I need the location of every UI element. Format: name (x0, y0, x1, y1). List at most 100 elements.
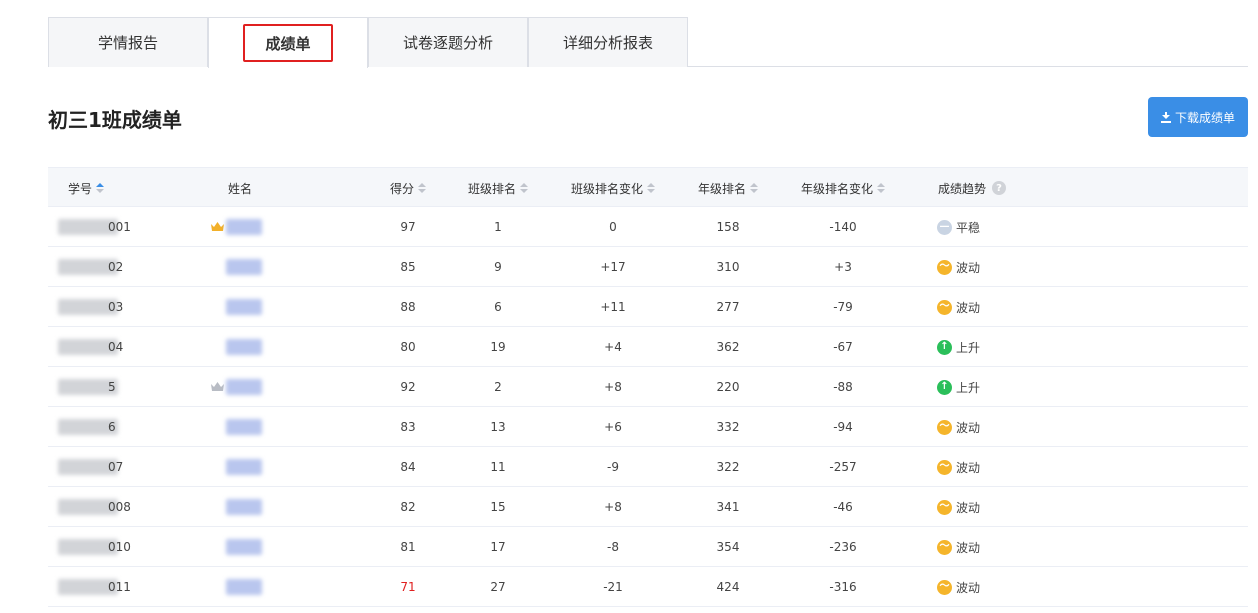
sort-caret-icon[interactable] (418, 183, 426, 193)
class-rank-cell: 2 (494, 380, 502, 394)
class-rank-change-cell: -21 (603, 580, 623, 594)
table-row[interactable]: 07 84 11 -9 322 -257 〜 波动 (48, 447, 1248, 487)
table-row[interactable]: 04 80 19 +4 362 -67 ↑ 上升 (48, 327, 1248, 367)
wave-icon: 〜 (937, 299, 952, 315)
student-id-cell: 07 (48, 447, 208, 487)
crown-icon (211, 222, 224, 231)
score-cell: 71 (400, 580, 416, 594)
score-table: 学号 姓名 得分 班级排名 班级排名变化 年级排名 年级排名变化 成绩趋势 ? (48, 167, 1248, 607)
table-row[interactable]: 5 92 2 +8 220 -88 ↑ 上升 (48, 367, 1248, 407)
grade-rank-cell: 158 (716, 220, 740, 234)
student-id-suffix: 008 (108, 500, 131, 514)
trend-label: 波动 (956, 580, 981, 595)
download-button-label: 下载成绩单 (1174, 110, 1235, 125)
student-name-cell (208, 567, 368, 607)
help-circle-icon[interactable]: ? (992, 181, 1007, 195)
student-id-suffix: 011 (108, 580, 131, 594)
score-cell: 84 (400, 460, 416, 474)
header-label: 班级排名变化 (570, 181, 643, 196)
class-rank-change-cell: 0 (609, 220, 617, 234)
score-cell: 83 (400, 420, 416, 434)
student-id-suffix: 6 (108, 420, 116, 434)
header-label: 姓名 (228, 181, 253, 196)
student-name-cell (208, 287, 368, 327)
grade-rank-cell: 354 (716, 540, 740, 554)
class-rank-cell: 15 (490, 500, 506, 514)
table-row[interactable]: 03 88 6 +11 277 -79 〜 波动 (48, 287, 1248, 327)
column-header-class-rank[interactable]: 班级排名 (448, 168, 548, 208)
column-header-grade-rank-change[interactable]: 年级排名变化 (778, 168, 908, 208)
grade-rank-change-cell: -79 (833, 300, 853, 314)
class-rank-cell: 1 (494, 220, 502, 234)
student-id-cell: 5 (48, 367, 208, 407)
tab-label: 成绩单 (243, 24, 333, 62)
student-id-suffix: 010 (108, 540, 131, 554)
student-name-cell (208, 367, 368, 407)
student-name-cell (208, 447, 368, 487)
table-row[interactable]: 02 85 9 +17 310 +3 〜 波动 (48, 247, 1248, 287)
student-name-cell (208, 207, 368, 247)
grade-rank-change-cell: -316 (829, 580, 857, 594)
tab-detail-report[interactable]: 详细分析报表 (528, 17, 688, 67)
sort-caret-icon[interactable] (647, 183, 655, 193)
header-label: 得分 (389, 181, 414, 196)
table-row[interactable]: 011 71 27 -21 424 -316 〜 波动 (48, 567, 1248, 607)
header-label: 学号 (68, 181, 93, 196)
column-header-name: 姓名 (228, 168, 252, 208)
redacted-name (226, 539, 262, 555)
table-row[interactable]: 008 82 15 +8 341 -46 〜 波动 (48, 487, 1248, 527)
arrow-up-icon: ↑ (937, 379, 952, 395)
grade-rank-cell: 322 (716, 460, 740, 474)
sort-caret-icon[interactable] (750, 183, 758, 193)
column-header-class-rank-change[interactable]: 班级排名变化 (548, 168, 678, 208)
student-id-suffix: 02 (108, 260, 124, 274)
column-header-grade-rank[interactable]: 年级排名 (678, 168, 778, 208)
student-id-suffix: 5 (108, 380, 116, 394)
redacted-name (226, 219, 262, 235)
trend-label: 上升 (956, 340, 981, 355)
student-id-cell: 02 (48, 247, 208, 287)
score-cell: 82 (400, 500, 416, 514)
grade-rank-change-cell: -46 (833, 500, 853, 514)
score-cell: 97 (400, 220, 416, 234)
grade-rank-change-cell: -236 (829, 540, 857, 554)
table-row[interactable]: 6 83 13 +6 332 -94 〜 波动 (48, 407, 1248, 447)
grade-rank-change-cell: -257 (829, 460, 857, 474)
column-header-score[interactable]: 得分 (368, 168, 448, 208)
table-header: 学号 姓名 得分 班级排名 班级排名变化 年级排名 年级排名变化 成绩趋势 ? (48, 167, 1248, 207)
grade-rank-change-cell: -94 (833, 420, 853, 434)
score-cell: 88 (400, 300, 416, 314)
wave-icon: 〜 (937, 419, 952, 435)
grade-rank-change-cell: -88 (833, 380, 853, 394)
tab-question-analysis[interactable]: 试卷逐题分析 (368, 17, 528, 67)
class-rank-change-cell: -9 (607, 460, 619, 474)
class-rank-cell: 19 (490, 340, 506, 354)
trend-cell: 〜 波动 (937, 527, 980, 567)
table-row[interactable]: 010 81 17 -8 354 -236 〜 波动 (48, 527, 1248, 567)
trend-cell: — 平稳 (937, 207, 980, 247)
tab-score-sheet[interactable]: 成绩单 (208, 17, 368, 68)
sort-caret-icon[interactable] (877, 183, 885, 193)
class-rank-change-cell: +8 (604, 380, 622, 394)
tab-label: 试卷逐题分析 (402, 34, 493, 52)
redacted-name (226, 379, 262, 395)
student-id-cell: 04 (48, 327, 208, 367)
student-id-cell: 010 (48, 527, 208, 567)
sort-caret-icon[interactable] (96, 183, 105, 193)
student-name-cell (208, 407, 368, 447)
tab-bar: 学情报告 成绩单 试卷逐题分析 详细分析报表 (48, 17, 1248, 68)
grade-rank-change-cell: -140 (829, 220, 857, 234)
column-header-trend: 成绩趋势 ? (938, 168, 1007, 208)
score-cell: 80 (400, 340, 416, 354)
trend-cell: ↑ 上升 (937, 327, 980, 367)
class-rank-change-cell: +17 (600, 260, 626, 274)
grade-rank-cell: 332 (716, 420, 740, 434)
trend-label: 波动 (956, 500, 981, 515)
table-row[interactable]: 001 97 1 0 158 -140 — 平稳 (48, 207, 1248, 247)
redacted-name (226, 299, 262, 315)
tab-study-report[interactable]: 学情报告 (48, 17, 208, 67)
grade-rank-cell: 424 (716, 580, 740, 594)
download-score-sheet-button[interactable]: 下载成绩单 (1148, 97, 1248, 137)
column-header-student-id[interactable]: 学号 (68, 168, 105, 208)
sort-caret-icon[interactable] (520, 183, 528, 193)
